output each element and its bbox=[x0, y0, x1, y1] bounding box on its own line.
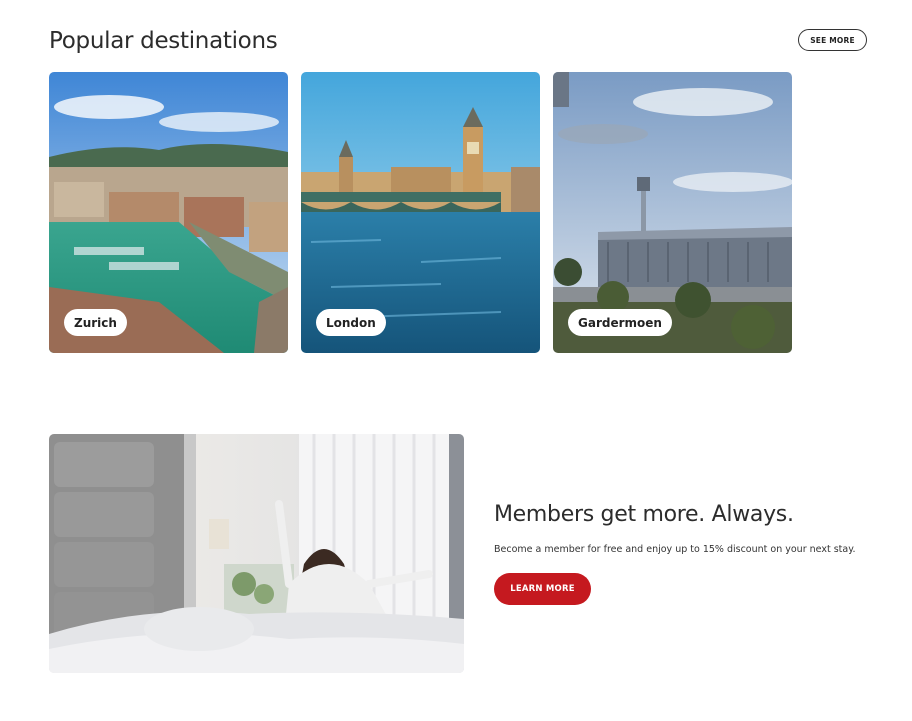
destination-label: Zurich bbox=[64, 309, 127, 336]
destination-card-zurich[interactable]: Zurich bbox=[49, 72, 288, 353]
destination-card-london[interactable]: London bbox=[301, 72, 540, 353]
bedroom-photo bbox=[49, 434, 464, 673]
section-title: Popular destinations bbox=[49, 28, 278, 54]
promo-image bbox=[49, 434, 464, 673]
learn-more-button[interactable]: LEARN MORE bbox=[494, 573, 591, 605]
destination-label: London bbox=[316, 309, 386, 336]
see-more-button[interactable]: SEE MORE bbox=[798, 29, 867, 51]
promo-heading: Members get more. Always. bbox=[494, 502, 794, 527]
destination-card-gardermoen[interactable]: Gardermoen bbox=[553, 72, 792, 353]
promo-text: Become a member for free and enjoy up to… bbox=[494, 544, 856, 555]
destination-label: Gardermoen bbox=[568, 309, 672, 336]
